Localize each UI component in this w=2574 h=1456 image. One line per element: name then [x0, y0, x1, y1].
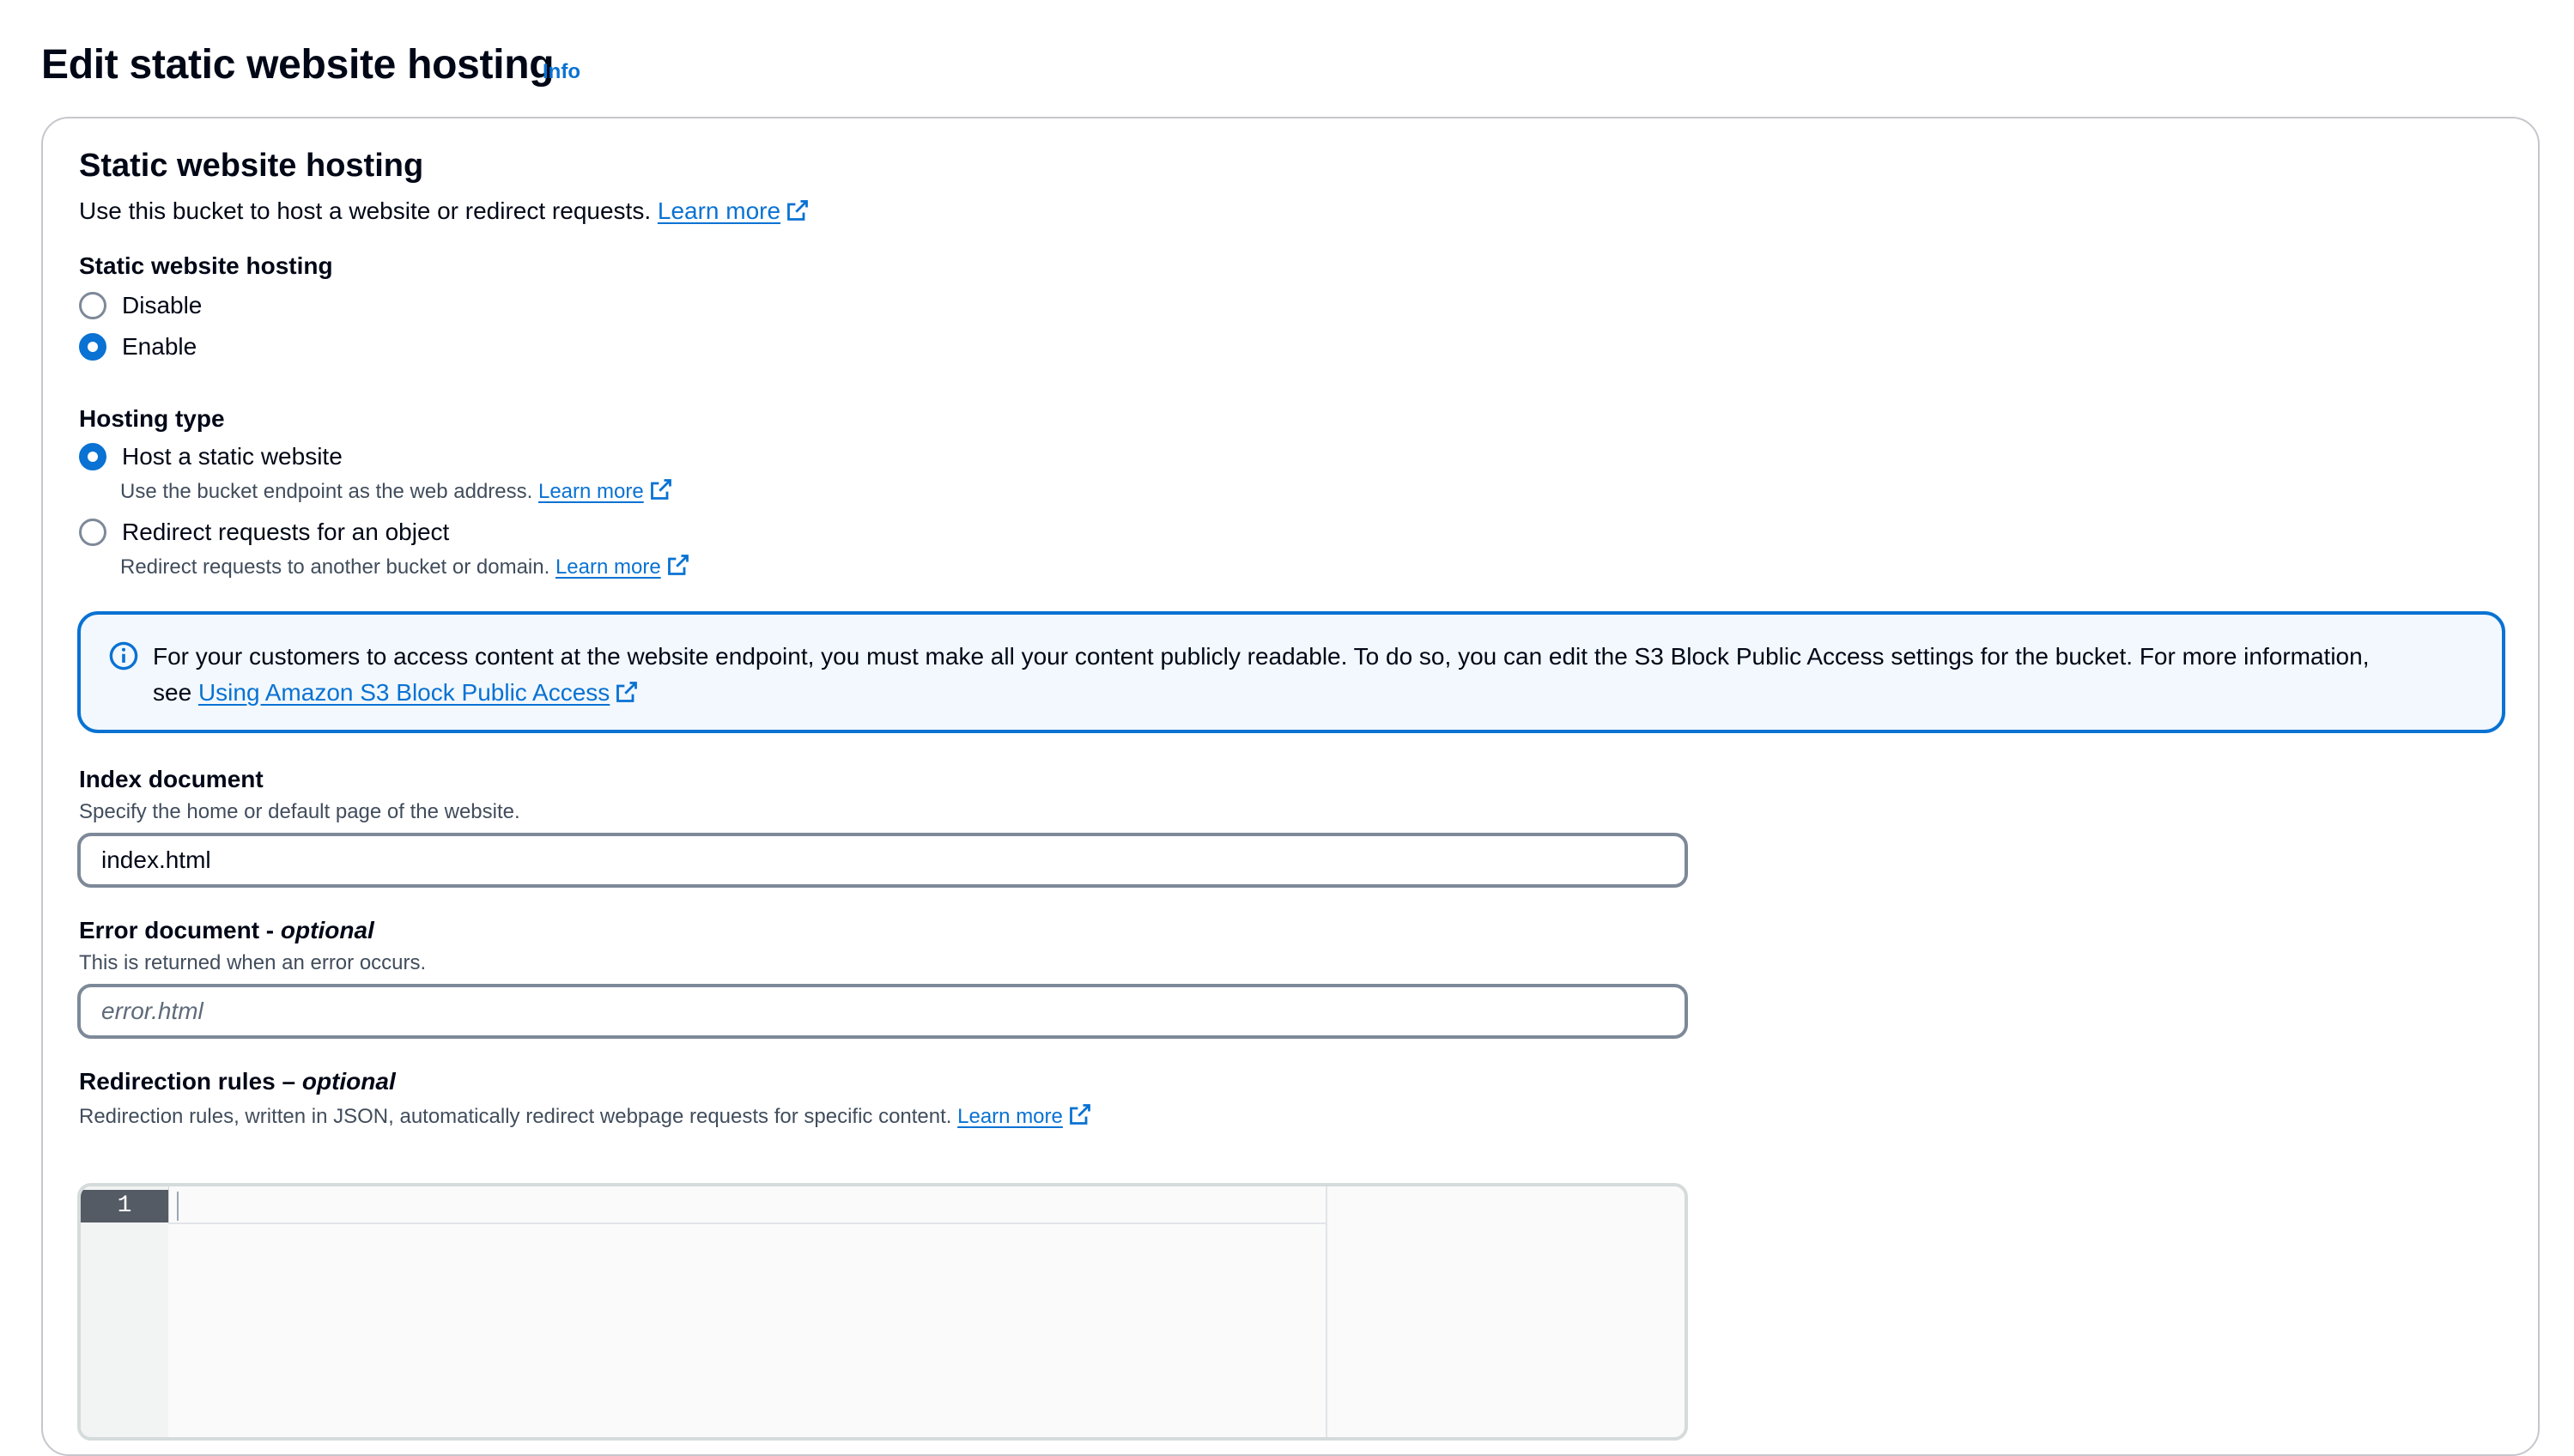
editor-line-number: 1 — [81, 1190, 168, 1222]
alert-block-public-access-link[interactable]: Using Amazon S3 Block Public Access — [198, 679, 639, 706]
redirection-rules-editor[interactable]: 1 — [77, 1183, 1688, 1441]
info-alert: For your customers to access content at … — [77, 611, 2505, 733]
host-static-learn-more-link[interactable]: Learn more — [538, 479, 673, 503]
external-link-icon — [787, 200, 808, 221]
radio-host-static-control[interactable] — [79, 443, 106, 470]
external-link-icon — [650, 479, 671, 500]
redirection-rules-label: Redirection rules – optional — [79, 1068, 396, 1095]
radio-disable-label: Disable — [122, 292, 203, 318]
radio-redirect-label: Redirect requests for an object — [122, 519, 450, 545]
redirection-learn-more-link[interactable]: Learn more — [957, 1104, 1092, 1128]
radio-disable[interactable]: Disable — [79, 292, 202, 319]
host-static-description: Use the bucket endpoint as the web addre… — [120, 477, 673, 504]
editor-caret — [177, 1192, 179, 1221]
radio-enable[interactable]: Enable — [79, 333, 197, 361]
radio-redirect[interactable]: Redirect requests for an object — [79, 519, 449, 546]
panel-learn-more-link[interactable]: Learn more — [658, 197, 810, 224]
radio-enable-label: Enable — [122, 333, 197, 360]
panel-description-text: Use this bucket to host a website or red… — [79, 197, 652, 224]
redirect-description: Redirect requests to another bucket or d… — [120, 553, 690, 579]
radio-host-static-label: Host a static website — [122, 443, 343, 470]
radio-redirect-control[interactable] — [79, 519, 106, 546]
index-document-label: Index document — [79, 766, 264, 792]
editor-gutter-border — [168, 1186, 169, 1222]
redirect-learn-more-link[interactable]: Learn more — [555, 555, 690, 579]
error-document-input[interactable] — [77, 984, 1688, 1039]
hosting-type-label: Hosting type — [79, 405, 225, 432]
radio-disable-control[interactable] — [79, 292, 106, 319]
index-document-input[interactable] — [77, 833, 1688, 888]
panel-description: Use this bucket to host a website or red… — [79, 197, 810, 225]
radio-enable-control[interactable] — [79, 333, 106, 361]
external-link-icon — [616, 682, 638, 702]
hosting-toggle-label: Static website hosting — [79, 252, 333, 279]
panel-heading: Static website hosting — [79, 148, 424, 184]
redirection-rules-description: Redirection rules, written in JSON, auto… — [79, 1102, 1092, 1129]
radio-host-static[interactable]: Host a static website — [79, 443, 343, 470]
info-link[interactable]: Info — [543, 60, 580, 84]
external-link-icon — [667, 555, 689, 575]
editor-gutter — [81, 1186, 168, 1437]
editor-side-pane — [1327, 1186, 1685, 1437]
error-document-label: Error document - optional — [79, 917, 374, 943]
index-document-description: Specify the home or default page of the … — [79, 800, 520, 823]
info-circle-icon — [109, 641, 138, 670]
error-document-description: This is returned when an error occurs. — [79, 951, 427, 974]
page-title: Edit static website hosting — [41, 42, 555, 88]
external-link-icon — [1069, 1104, 1090, 1125]
alert-text: For your customers to access content at … — [153, 643, 2370, 706]
